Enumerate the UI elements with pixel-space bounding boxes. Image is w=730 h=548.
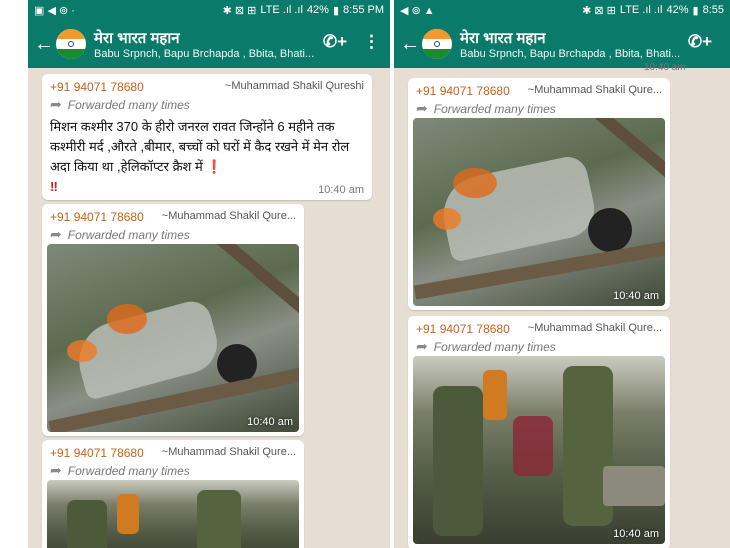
forward-icon: ➦ xyxy=(50,226,62,242)
battery-percent: 42% xyxy=(666,4,689,16)
sender-name: ~Muhammad Shakil Qureshi xyxy=(224,80,364,92)
bluetooth-vibrate-icons: ✱ ⊠ ⊞ xyxy=(582,4,616,17)
add-call-icon[interactable]: ✆+ xyxy=(323,32,347,52)
clock: 8:55 xyxy=(702,4,724,16)
forward-icon: ➦ xyxy=(416,338,428,354)
status-left-icons: ◀ ⊚ ▲ xyxy=(400,4,435,17)
message-time: 10:40 am xyxy=(247,416,293,428)
network-indicator: LTE .ıl .ıl xyxy=(619,4,663,16)
battery-percent: 42% xyxy=(306,4,329,16)
forwarded-label: ➦ Forwarded many times xyxy=(50,462,190,478)
double-exclamation-icon: ‼ xyxy=(50,179,58,194)
sender-phone[interactable]: +91 94071 78680 xyxy=(416,322,510,336)
sender-phone[interactable]: +91 94071 78680 xyxy=(50,446,144,460)
group-avatar[interactable] xyxy=(422,29,452,59)
status-right: ✱ ⊠ ⊞ LTE .ıl .ıl 42% ▮ 8:55 xyxy=(582,4,724,17)
battery-icon: ▮ xyxy=(692,4,699,17)
exclamation-icon: ❗ xyxy=(206,159,223,174)
bluetooth-vibrate-icons: ✱ ⊠ ⊞ xyxy=(222,4,257,17)
sender-name: ~Muhammad Shakil Qure... xyxy=(161,210,296,222)
group-name: मेरा भारत महान xyxy=(460,30,546,47)
battery-icon: ▮ xyxy=(332,4,340,17)
forwarded-label: ➦ Forwarded many times xyxy=(416,100,556,116)
message-time: 10:40 am xyxy=(613,528,659,540)
add-call-icon[interactable]: ✆+ xyxy=(688,32,712,52)
forward-icon: ➦ xyxy=(50,462,62,478)
network-indicator: LTE .ıl .ıl xyxy=(260,4,303,16)
forwarded-label: ➦ Forwarded many times xyxy=(50,96,190,112)
chat-app-bar: ← मेरा भारत महान Babu Srpnch, Bapu Brcha… xyxy=(28,20,390,68)
sender-name: ~Muhammad Shakil Qure... xyxy=(161,446,296,458)
status-bar: ◀ ⊚ ▲ ✱ ⊠ ⊞ LTE .ıl .ıl 42% ▮ 8:55 xyxy=(394,0,730,20)
soldiers-photo[interactable]: 10:40 am xyxy=(413,356,665,544)
clipped-message-time: 10:40 am xyxy=(644,62,686,73)
group-members: Babu Srpnch, Bapu Brchapda , Bbita, Bhat… xyxy=(460,48,680,60)
chat-title-block[interactable]: मेरा भारत महान Babu Srpnch, Bapu Brchapd… xyxy=(460,28,680,60)
group-members: Babu Srpnch, Bapu Brchapda , Bbita, Bhat… xyxy=(94,48,315,60)
sender-name: ~Muhammad Shakil Qure... xyxy=(527,84,662,96)
helicopter-crash-photo[interactable]: 10:40 am xyxy=(47,244,299,432)
sender-name: ~Muhammad Shakil Qure... xyxy=(527,322,662,334)
chat-title-block[interactable]: मेरा भारत महान Babu Srpnch, Bapu Brchapd… xyxy=(94,28,324,60)
sender-phone[interactable]: +91 94071 78680 xyxy=(50,210,144,224)
forward-icon: ➦ xyxy=(50,96,62,112)
message-bubble[interactable]: +91 94071 78680 ~Muhammad Shakil Qure...… xyxy=(42,440,304,548)
message-bubble[interactable]: +91 94071 78680 ~Muhammad Shakil Qure...… xyxy=(408,316,670,548)
status-right: ✱ ⊠ ⊞ LTE .ıl .ıl 42% ▮ 8:55 PM xyxy=(223,4,384,17)
forwarded-label: ➦ Forwarded many times xyxy=(416,338,556,354)
helicopter-crash-photo[interactable]: 10:40 am xyxy=(413,118,665,306)
message-bubble[interactable]: +91 94071 78680 ~Muhammad Shakil Qureshi… xyxy=(42,74,372,200)
forwarded-label: ➦ Forwarded many times xyxy=(50,226,190,242)
status-bar: ▣ ◀ ⊚ · ✱ ⊠ ⊞ LTE .ıl .ıl 42% ▮ 8:55 PM xyxy=(28,0,390,20)
message-time: 10:40 am xyxy=(318,184,364,196)
back-arrow-icon[interactable]: ← xyxy=(400,33,420,56)
chat-app-bar: ← मेरा भारत महान Babu Srpnch, Bapu Brcha… xyxy=(394,20,730,68)
forward-icon: ➦ xyxy=(416,100,428,116)
left-whatsapp-screenshot: ▣ ◀ ⊚ · ✱ ⊠ ⊞ LTE .ıl .ıl 42% ▮ 8:55 PM … xyxy=(28,0,390,548)
soldiers-photo[interactable] xyxy=(47,480,299,548)
menu-icon[interactable]: ⋮ xyxy=(363,32,380,52)
message-time: 10:40 am xyxy=(613,290,659,302)
status-left-icons: ▣ ◀ ⊚ · xyxy=(34,4,75,17)
clock: 8:55 PM xyxy=(343,4,384,16)
group-avatar[interactable] xyxy=(56,29,86,59)
right-whatsapp-screenshot: ◀ ⊚ ▲ ✱ ⊠ ⊞ LTE .ıl .ıl 42% ▮ 8:55 ← मेर… xyxy=(394,0,730,548)
message-bubble[interactable]: +91 94071 78680 ~Muhammad Shakil Qure...… xyxy=(408,78,670,310)
sender-phone[interactable]: +91 94071 78680 xyxy=(50,80,144,94)
back-arrow-icon[interactable]: ← xyxy=(34,33,54,56)
message-bubble[interactable]: +91 94071 78680 ~Muhammad Shakil Qure...… xyxy=(42,204,304,436)
group-name: मेरा भारत महान xyxy=(94,30,180,47)
sender-phone[interactable]: +91 94071 78680 xyxy=(416,84,510,98)
